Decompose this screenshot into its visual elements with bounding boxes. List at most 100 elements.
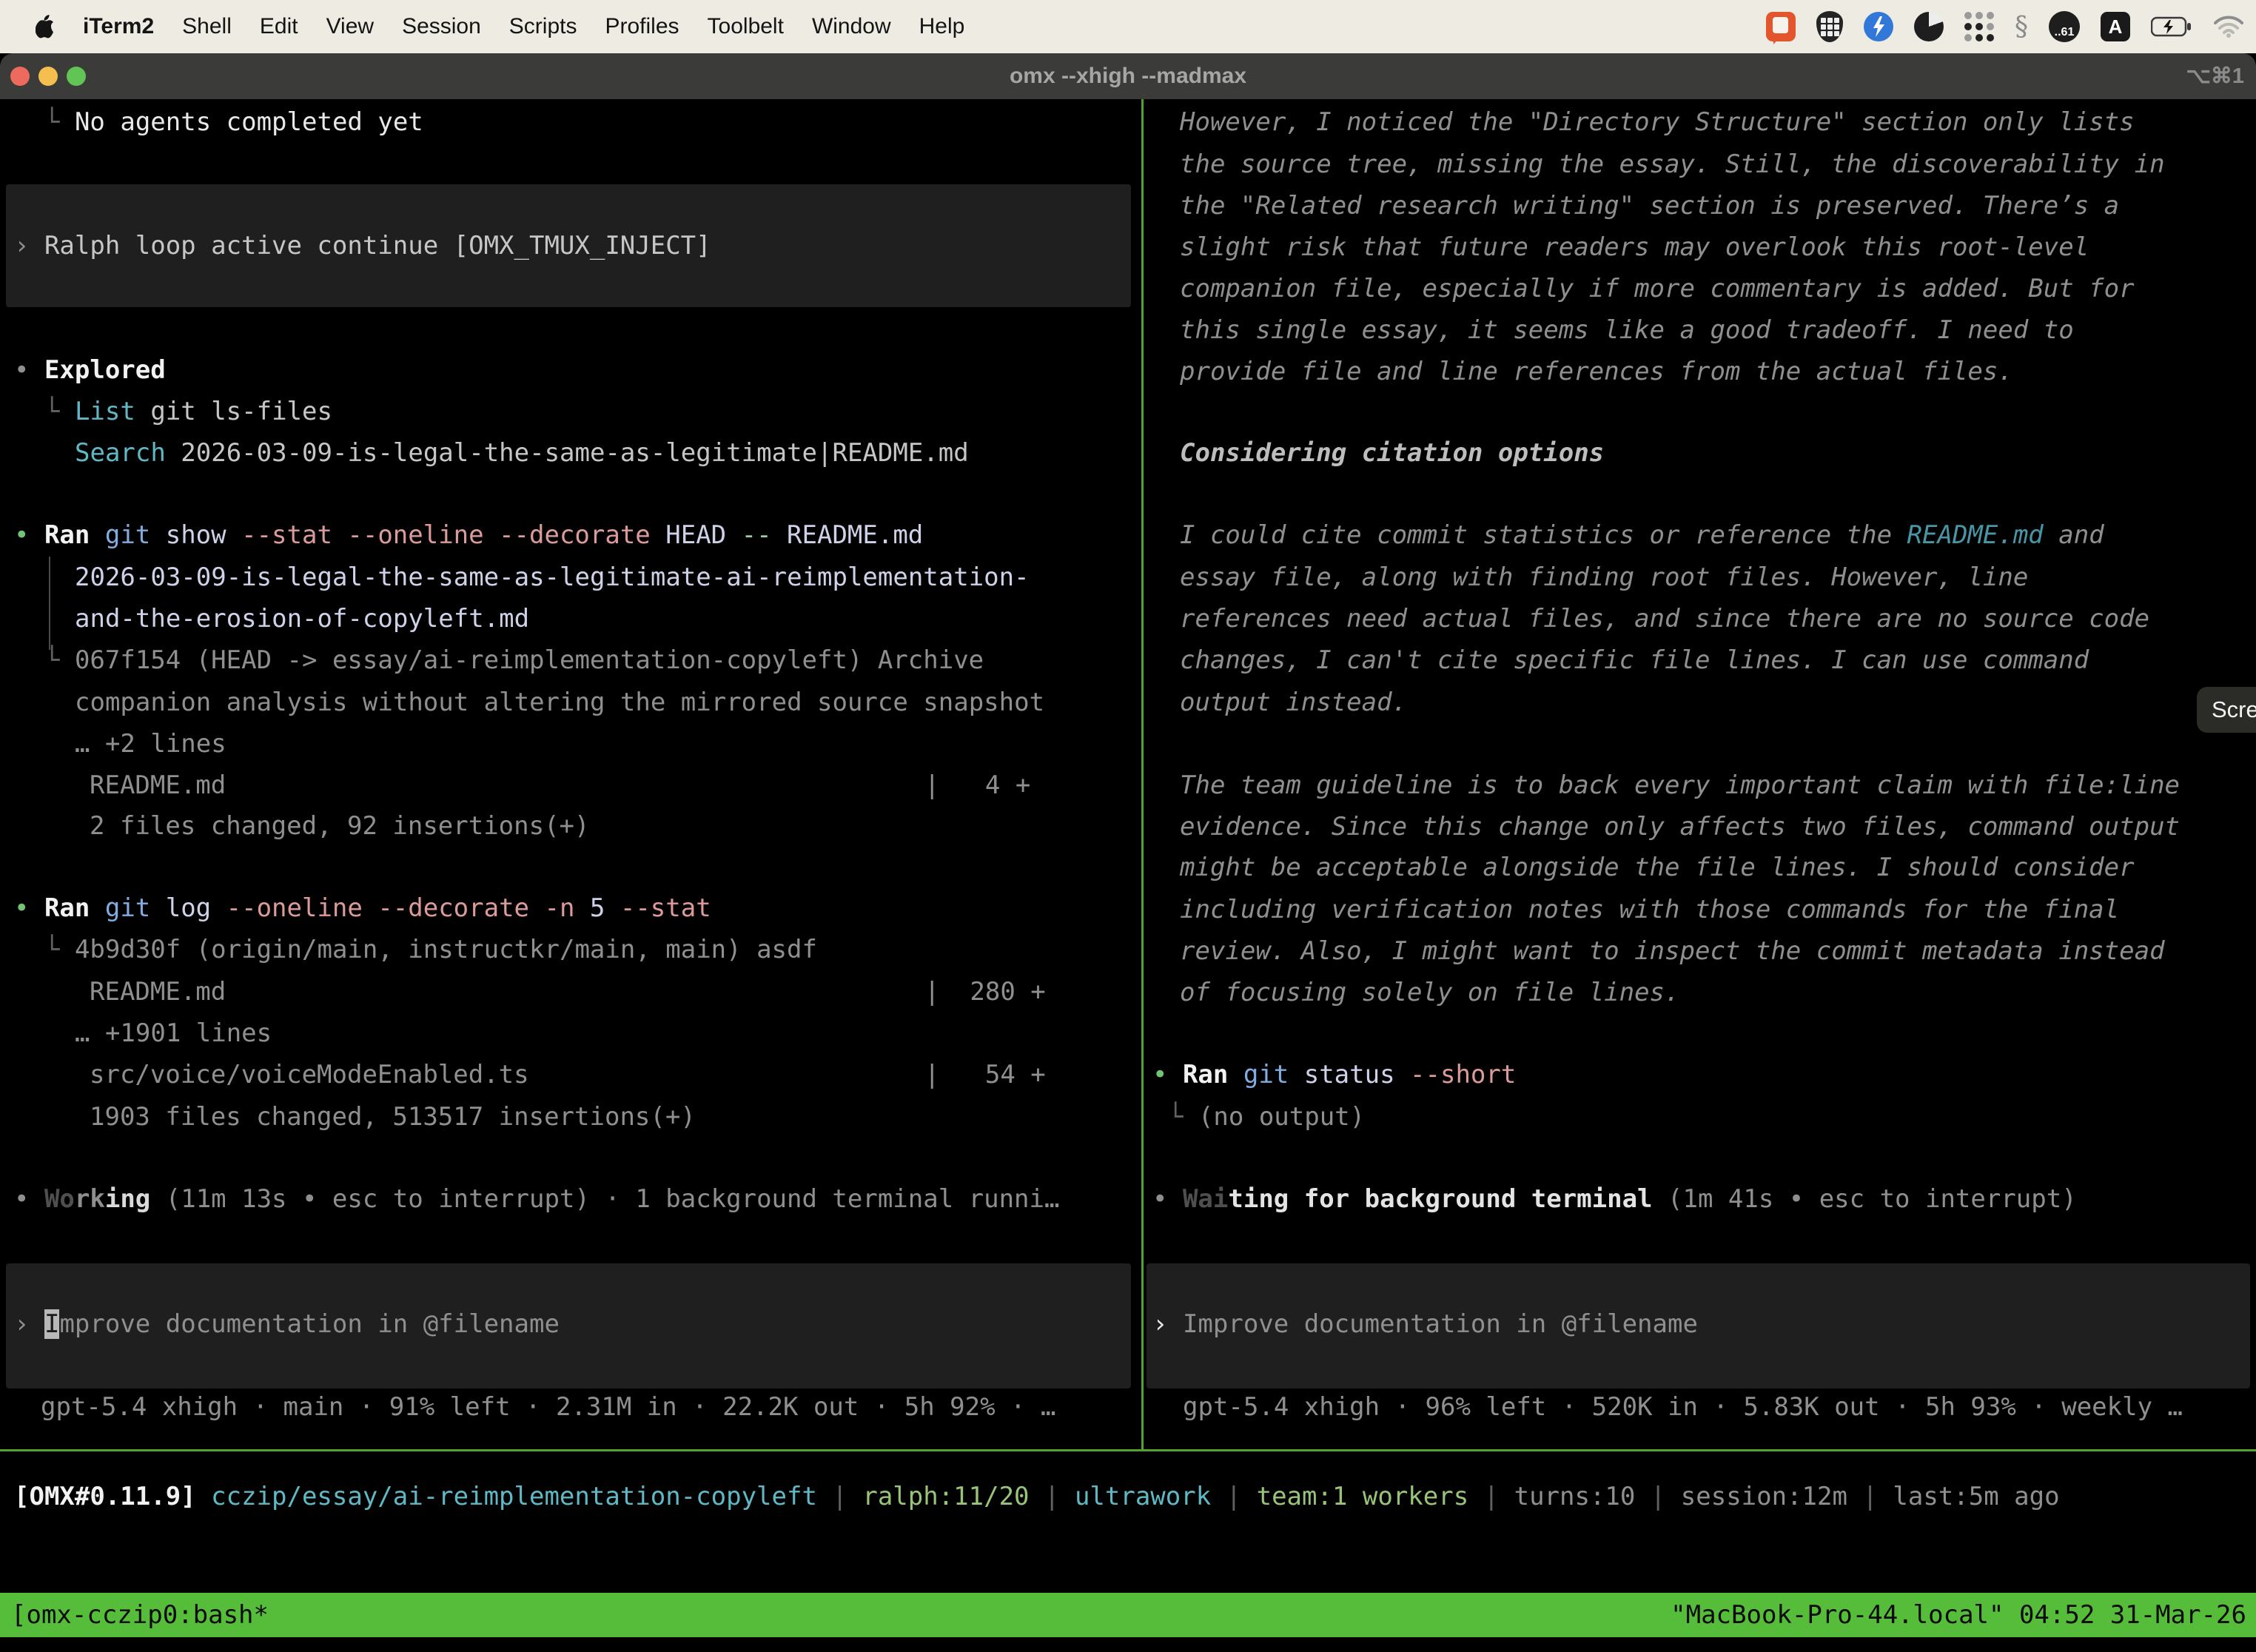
text-segment: | <box>1635 1482 1680 1511</box>
terminal-line: • Waiting for background terminal (1m 41… <box>1152 1178 2077 1220</box>
left-prompt-input[interactable]: › Improve documentation in @filename <box>14 1303 560 1345</box>
terminal-line: including verification notes with those … <box>1180 889 2119 930</box>
text-segment: • <box>1152 1060 1183 1089</box>
terminal-line: essay file, along with finding root file… <box>1180 557 2028 598</box>
text-segment: rk <box>75 1184 105 1214</box>
text-segment: companion analysis without altering the … <box>75 688 1044 717</box>
terminal-line: the source tree, missing the essay. Stil… <box>1180 144 2165 185</box>
text-segment: No agents completed yet <box>75 107 423 137</box>
text-segment: -- <box>726 520 771 550</box>
squiggle-s-icon[interactable]: § <box>2015 12 2028 42</box>
text-segment: the "Related research writing" section i… <box>1180 191 2119 221</box>
text-segment <box>196 1482 211 1511</box>
text-segment: README.md <box>90 977 226 1007</box>
terminal-line: └ (no output) <box>1168 1096 1365 1138</box>
terminal-line: review. Also, I might want to inspect th… <box>1180 930 2165 972</box>
percent-badge-icon[interactable]: ..61 <box>2049 11 2080 42</box>
menu-item-profiles[interactable]: Profiles <box>605 14 679 39</box>
text-segment: └ <box>44 935 75 964</box>
text-segment: ting for background terminal <box>1228 1184 1652 1214</box>
dots-grid-icon[interactable] <box>1964 12 1994 41</box>
menu-item-window[interactable]: Window <box>812 14 891 39</box>
menu-item-view[interactable]: View <box>326 14 374 39</box>
right-prompt-input[interactable]: › Improve documentation in @filename <box>1152 1303 1698 1345</box>
pane-divider-vertical[interactable] <box>1141 99 1144 1449</box>
terminal-line: 1903 files changed, 513517 insertions(+) <box>90 1096 696 1138</box>
menu-item-shell[interactable]: Shell <box>182 14 232 39</box>
menu-item-iterm2[interactable]: iTerm2 <box>83 14 154 39</box>
tooltip-label: Scre <box>2212 696 2256 723</box>
tree-connector-line <box>49 557 50 650</box>
text-segment: might be acceptable alongside the file l… <box>1180 853 2135 882</box>
text-segment: ralph:11/20 <box>862 1482 1029 1511</box>
text-segment: 4b9d30f (origin/main, instructkr/main, m… <box>75 935 817 964</box>
text-segment: Wai <box>1183 1184 1228 1214</box>
text-segment: | <box>1847 1482 1893 1511</box>
text-segment: turns:10 <box>1514 1482 1636 1511</box>
letter-a-icon[interactable]: A <box>2101 12 2130 41</box>
security-shield-icon[interactable] <box>1816 11 1843 42</box>
text-segment: provide file and line references from th… <box>1180 357 2013 386</box>
wifi-icon[interactable] <box>2213 15 2244 38</box>
text-segment: Ran <box>44 520 90 550</box>
text-segment: changes, I can't cite specific file line… <box>1180 645 2089 675</box>
text-segment: (11m 13s • esc to interrupt) · 1 backgro… <box>150 1184 1059 1214</box>
chat-app-icon[interactable] <box>1766 12 1796 41</box>
text-segment: However, I noticed the "Directory Struct… <box>1180 107 2135 137</box>
text-segment: Wo <box>44 1184 75 1214</box>
window-title-bar[interactable]: omx --xhigh --madmax ⌥⌘1 <box>0 53 2256 99</box>
text-segment: this single essay, it seems like a good … <box>1180 315 2074 345</box>
text-segment: of focusing solely on file lines. <box>1180 978 1680 1007</box>
pie-menubar-icon[interactable] <box>1914 12 1944 41</box>
terminal-line: might be acceptable alongside the file l… <box>1180 847 2135 888</box>
terminal-line: | 54 + <box>924 1054 1046 1095</box>
terminal-line: the "Related research writing" section i… <box>1180 185 2119 226</box>
terminal-line: 2026-03-09-is-legal-the-same-as-legitima… <box>75 557 1030 598</box>
text-segment: List <box>75 397 135 426</box>
menu-item-edit[interactable]: Edit <box>260 14 298 39</box>
text-segment: output instead. <box>1180 688 1407 717</box>
text-segment: 5 <box>574 893 605 923</box>
text-segment: --short <box>1395 1060 1517 1089</box>
battery-icon[interactable] <box>2151 16 2192 37</box>
terminal-line: The team guideline is to back every impo… <box>1180 765 2180 806</box>
text-segment: git <box>1228 1060 1289 1089</box>
prompt-text: mprove documentation in @filename <box>59 1309 560 1339</box>
terminal-line: slight risk that future readers may over… <box>1180 226 2089 268</box>
terminal-line: … +1901 lines <box>75 1013 272 1054</box>
text-segment: README.md <box>90 770 226 800</box>
text-segment: Search <box>75 438 166 468</box>
tmux-status-bar: [omx-cczip0:bash*"MacBook-Pro-44.local" … <box>0 1593 2256 1637</box>
text-segment: Ran <box>1183 1060 1228 1089</box>
terminal-line: provide file and line references from th… <box>1180 351 2013 392</box>
menu-status-icons: § ..61 A <box>1766 0 2244 53</box>
text-segment: 2026-03-09-is-legal-the-same-as-legitima… <box>75 563 1030 592</box>
text-segment: git ls-files <box>135 397 332 426</box>
text-segment: | <box>817 1482 862 1511</box>
terminal-line: references need actual files, and since … <box>1180 598 2149 639</box>
terminal-line: └ 4b9d30f (origin/main, instructkr/main,… <box>44 929 817 970</box>
text-segment: last:5m ago <box>1893 1482 2059 1511</box>
text-segment: … +2 lines <box>75 729 226 759</box>
omx-status-bar: [OMX#0.11.9] cczip/essay/ai-reimplementa… <box>14 1476 2060 1517</box>
terminal-line: src/voice/voiceModeEnabled.ts <box>90 1054 529 1095</box>
screen: { "palette":{ "white":"#E9E9E9","bold_wh… <box>0 0 2256 1652</box>
text-segment: • <box>1152 1184 1183 1214</box>
terminal-line: • Explored <box>14 349 166 391</box>
lightning-badge-icon[interactable] <box>1864 12 1893 41</box>
menu-bar: iTerm2 Shell Edit View Session Scripts Profile… <box>0 0 2256 53</box>
apple-menu-icon[interactable] <box>36 15 55 38</box>
text-segment: companion file, especially if more comme… <box>1180 274 2135 303</box>
text-segment: git <box>90 893 150 923</box>
text-segment: └ <box>44 397 75 426</box>
menu-item-session[interactable]: Session <box>402 14 481 39</box>
text-segment: The team guideline is to back every impo… <box>1180 770 2180 800</box>
text-segment: team:1 workers <box>1257 1482 1469 1511</box>
prompt-chevron: › <box>1152 1309 1183 1339</box>
menu-item-help[interactable]: Help <box>919 14 965 39</box>
menu-item-scripts[interactable]: Scripts <box>509 14 577 39</box>
text-segment: (1m 41s • esc to interrupt) <box>1653 1184 2077 1214</box>
text-segment: • <box>14 520 44 550</box>
window-title: omx --xhigh --madmax <box>0 53 2256 99</box>
menu-item-toolbelt[interactable]: Toolbelt <box>708 14 784 39</box>
